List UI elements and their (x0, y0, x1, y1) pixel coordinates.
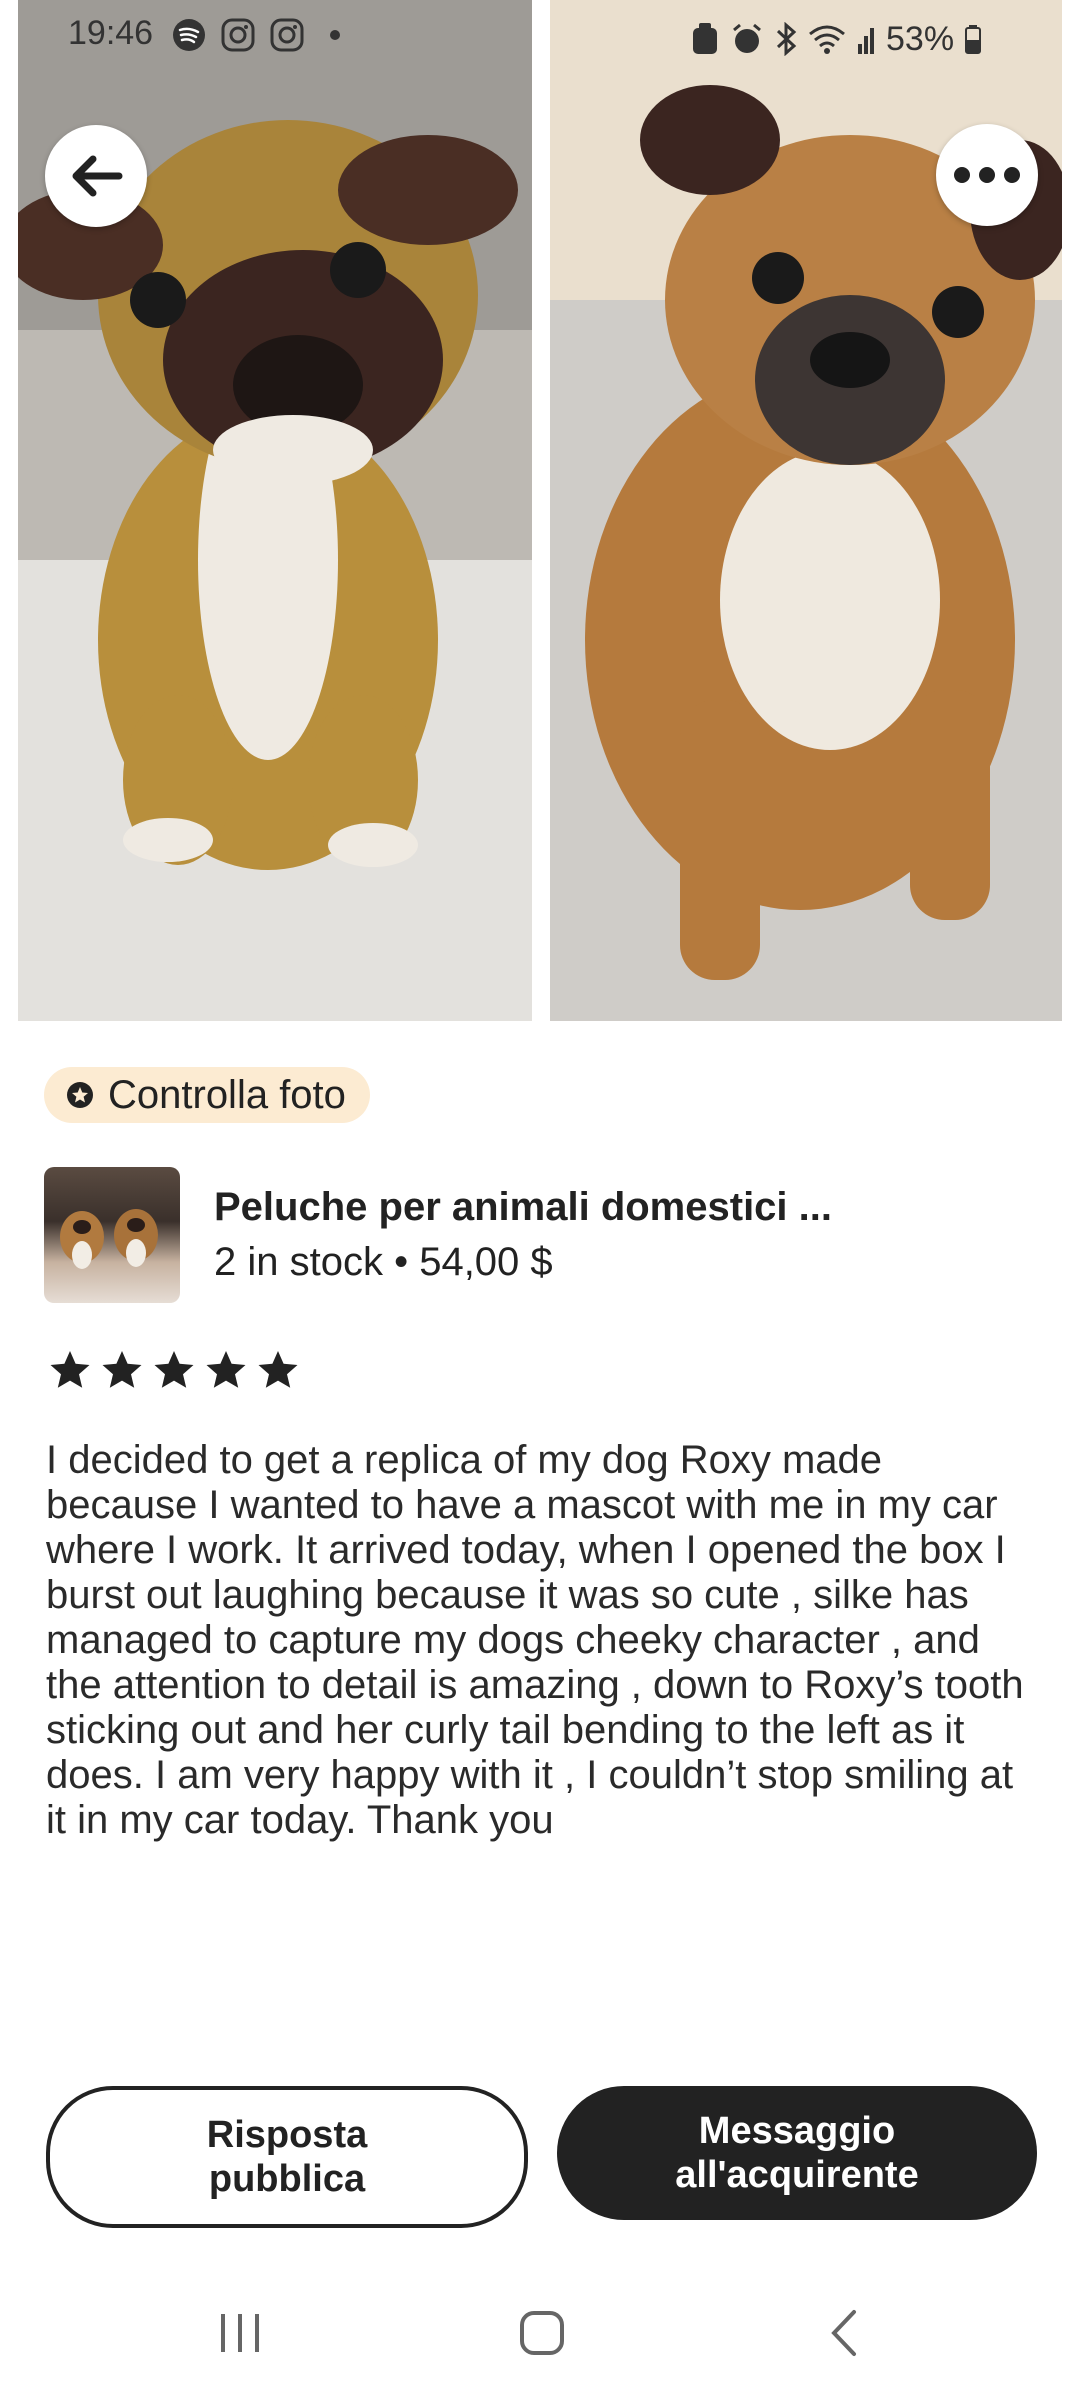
review-text: I decided to get a replica of my dog Rox… (46, 1438, 1024, 1842)
rating-stars (48, 1348, 300, 1392)
public-reply-button[interactable]: Risposta pubblica (46, 2086, 528, 2228)
star-icon (258, 1351, 298, 1388)
wifi-icon (809, 25, 845, 54)
battery-percent: 53% (886, 19, 955, 58)
back-button[interactable] (45, 125, 147, 227)
signal-icon (858, 28, 874, 54)
spotify-icon (172, 19, 205, 52)
star-icon (206, 1351, 246, 1388)
home-icon[interactable] (517, 2308, 567, 2358)
recycle-icon (693, 23, 717, 54)
bluetooth-icon (776, 22, 797, 56)
star-icon (50, 1351, 90, 1388)
message-buyer-line1: Messaggio (698, 2110, 896, 2152)
alarm-icon (733, 23, 761, 53)
status-bar-left: 19:46 (68, 14, 345, 64)
arrow-left-icon (72, 155, 123, 197)
star-icon (154, 1351, 194, 1388)
message-buyer-line2: all'acquirente (675, 2154, 919, 2196)
more-dots-icon (954, 167, 1020, 183)
product-stock-price: 2 in stock • 54,00 $ (214, 1240, 553, 1284)
public-reply-line1: Risposta (206, 2114, 368, 2156)
system-back-icon[interactable] (820, 2308, 870, 2358)
check-photos-chip[interactable]: Controlla foto (44, 1067, 370, 1123)
message-buyer-button[interactable]: Messaggio all'acquirente (557, 2086, 1037, 2220)
product-title[interactable]: Peluche per animali domestici ... (214, 1185, 832, 1230)
public-reply-line2: pubblica (208, 2158, 366, 2200)
star-icon (102, 1351, 142, 1388)
instagram-icon (270, 18, 304, 52)
status-bar-right: 53% (690, 14, 982, 64)
status-time: 19:46 (68, 14, 154, 52)
battery-icon (965, 25, 982, 54)
chip-label: Controlla foto (108, 1072, 346, 1117)
more-options-button[interactable] (936, 124, 1038, 226)
instagram-icon (221, 18, 255, 52)
star-badge-icon (67, 1082, 93, 1108)
recent-apps-icon[interactable] (215, 2308, 265, 2358)
dot-icon (329, 30, 340, 41)
product-image (60, 1209, 158, 1269)
product-thumbnail[interactable] (44, 1167, 180, 1303)
